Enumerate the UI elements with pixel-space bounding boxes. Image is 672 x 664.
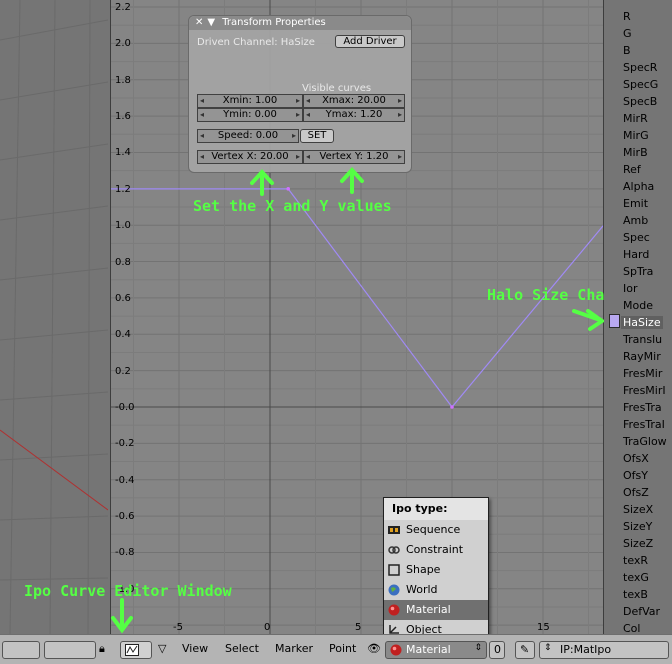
channel-specr[interactable]: SpecR	[623, 61, 657, 74]
channel-ofsx[interactable]: OfsX	[623, 452, 649, 465]
channel-mirr[interactable]: MirR	[623, 112, 648, 125]
channel-specg[interactable]: SpecG	[623, 78, 658, 91]
channel-b[interactable]: B	[623, 44, 631, 57]
ipo-type-menu: Ipo type: Sequence Constraint Shape Worl…	[383, 497, 489, 641]
material-icon	[388, 604, 400, 616]
channel-ref[interactable]: Ref	[623, 163, 641, 176]
constraint-icon	[388, 546, 400, 554]
menu-title: Ipo type:	[384, 498, 488, 520]
menu-item-shape[interactable]: Shape	[384, 560, 488, 580]
channel-sizex[interactable]: SizeX	[623, 503, 653, 516]
channel-sizey[interactable]: SizeY	[623, 520, 652, 533]
point-menu[interactable]: Point	[329, 641, 356, 659]
menu-item-constraint[interactable]: Constraint	[384, 540, 488, 560]
pin-icon[interactable]: ✎	[515, 641, 535, 659]
channel-r[interactable]: R	[623, 10, 631, 23]
annotation-arrows	[111, 167, 606, 634]
channel-texb[interactable]: texB	[623, 588, 648, 601]
channel-hard[interactable]: Hard	[623, 248, 649, 261]
channel-fresmiri[interactable]: FresMirI	[623, 384, 666, 397]
channel-fresmir[interactable]: FresMir	[623, 367, 662, 380]
blender-window: 2.2 2.0 1.8 1.6 1.4 1.2 1.0 0.8 0.6 0.4 0.2 -0.0 -0.…	[0, 0, 672, 664]
channel-ofsy[interactable]: OfsY	[623, 469, 648, 482]
channel-traglow[interactable]: TraGlow	[623, 435, 667, 448]
ipo-type-select[interactable]: Material ⇕	[385, 641, 487, 659]
lock-icon[interactable]: 🔒︎	[99, 641, 105, 659]
channel-color-swatch[interactable]	[609, 314, 620, 328]
channel-sizez[interactable]: SizeZ	[623, 537, 653, 550]
channel-alpha[interactable]: Alpha	[623, 180, 654, 193]
channel-ior[interactable]: Ior	[623, 282, 638, 295]
layer-buttons-right[interactable]	[44, 641, 96, 659]
channel-mirg[interactable]: MirG	[623, 129, 649, 142]
index-field[interactable]: 0	[489, 641, 505, 659]
sequence-icon	[388, 526, 400, 534]
menu-item-world[interactable]: World	[384, 580, 488, 600]
channel-list: R G B SpecR SpecG SpecB MirR MirG MirB Ref Alpha Em…	[604, 0, 672, 635]
ipo-header: 🔒︎ ▽ View Select Marker Point 👁︎ Materia…	[0, 634, 672, 664]
channel-mode[interactable]: Mode	[623, 299, 653, 312]
layer-buttons-left[interactable]	[2, 641, 40, 659]
channel-ofsz[interactable]: OfsZ	[623, 486, 649, 499]
channel-translu[interactable]: Translu	[623, 333, 662, 346]
annotation-editor-window: Ipo Curve Editor Window	[24, 582, 232, 600]
channel-g[interactable]: G	[623, 27, 632, 40]
channel-raymir[interactable]: RayMir	[623, 350, 661, 363]
ipo-datablock[interactable]: ⇕ IP:MatIpo	[539, 641, 669, 659]
marker-menu[interactable]: Marker	[275, 641, 313, 659]
channel-frestra[interactable]: FresTra	[623, 401, 662, 414]
channel-emit[interactable]: Emit	[623, 197, 648, 210]
material-icon	[390, 644, 402, 656]
shape-icon	[388, 564, 400, 576]
channel-texr[interactable]: texR	[623, 554, 648, 567]
channel-defvar[interactable]: DefVar	[623, 605, 660, 618]
annotation-set-xy: Set the X and Y values	[193, 197, 392, 215]
channel-frestrai[interactable]: FresTraI	[623, 418, 665, 431]
editor-type-menu[interactable]	[120, 641, 152, 659]
channel-mirb[interactable]: MirB	[623, 146, 648, 159]
channel-texg[interactable]: texG	[623, 571, 649, 584]
menu-item-sequence[interactable]: Sequence	[384, 520, 488, 540]
menu-item-material[interactable]: Material	[384, 600, 488, 620]
ipo-editor-icon	[125, 644, 139, 656]
view-menu[interactable]: View	[182, 641, 208, 659]
channel-amb[interactable]: Amb	[623, 214, 648, 227]
select-menu[interactable]: Select	[225, 641, 259, 659]
updown-arrows-icon: ⇕	[544, 643, 552, 653]
visibility-eye-icon[interactable]: 👁︎	[367, 641, 381, 659]
channel-spec[interactable]: Spec	[623, 231, 650, 244]
collapse-menus-icon[interactable]: ▽	[158, 641, 166, 659]
channel-sptra[interactable]: SpTra	[623, 265, 653, 278]
world-icon	[388, 584, 400, 596]
updown-arrows-icon: ⇕	[474, 643, 482, 653]
channel-hasize[interactable]: HaSize	[621, 316, 663, 329]
channel-specb[interactable]: SpecB	[623, 95, 657, 108]
